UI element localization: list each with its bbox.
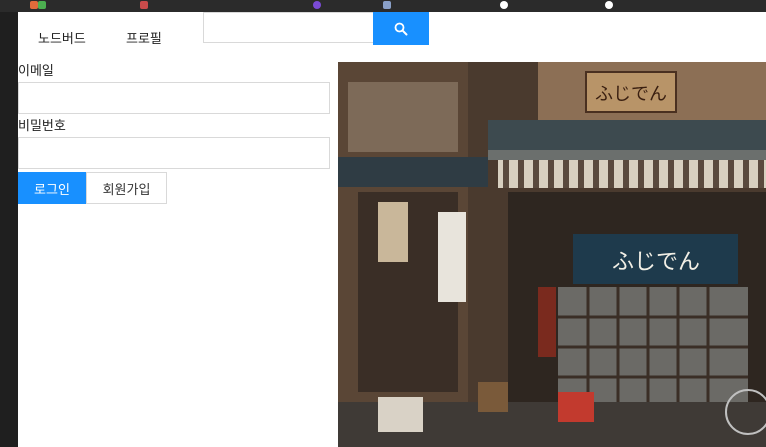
window-left-edge [0,12,18,447]
password-label: 비밀번호 [18,119,66,134]
nav-item-profile[interactable]: 프로필 [126,28,162,47]
email-field[interactable] [18,82,330,114]
form-button-row: 로그인 회원가입 [18,172,330,204]
search-input[interactable] [203,12,373,43]
storefront-illustration: ふじでん ふじでん [338,62,766,447]
nav-item-home[interactable]: 노드버드 [38,28,86,47]
tab-favicon-icon [140,1,148,9]
search-icon [394,22,408,35]
noren-shop-sign: ふじでん [612,250,700,275]
app-page: 노드버드 프로필 이메일 비밀번호 로그인 회원가입 ふじでん ふじでん [18,12,766,447]
tab-favicon-icon [313,1,321,9]
tab-favicon-icon [605,1,613,9]
login-form: 이메일 비밀번호 로그인 회원가입 [18,62,330,204]
email-label: 이메일 [18,64,54,79]
login-button[interactable]: 로그인 [18,172,86,204]
tab-favicon-icon [38,1,46,9]
storefront-photo: ふじでん ふじでん [338,62,766,447]
tab-favicon-icon [30,1,38,9]
password-field[interactable] [18,137,330,169]
tab-favicon-icon [500,1,508,9]
top-shop-sign: ふじでん [595,84,667,105]
tab-favicon-icon [383,1,391,9]
top-navbar: 노드버드 프로필 [18,12,766,62]
search-button[interactable] [373,12,429,45]
signup-button[interactable]: 회원가입 [86,172,167,204]
